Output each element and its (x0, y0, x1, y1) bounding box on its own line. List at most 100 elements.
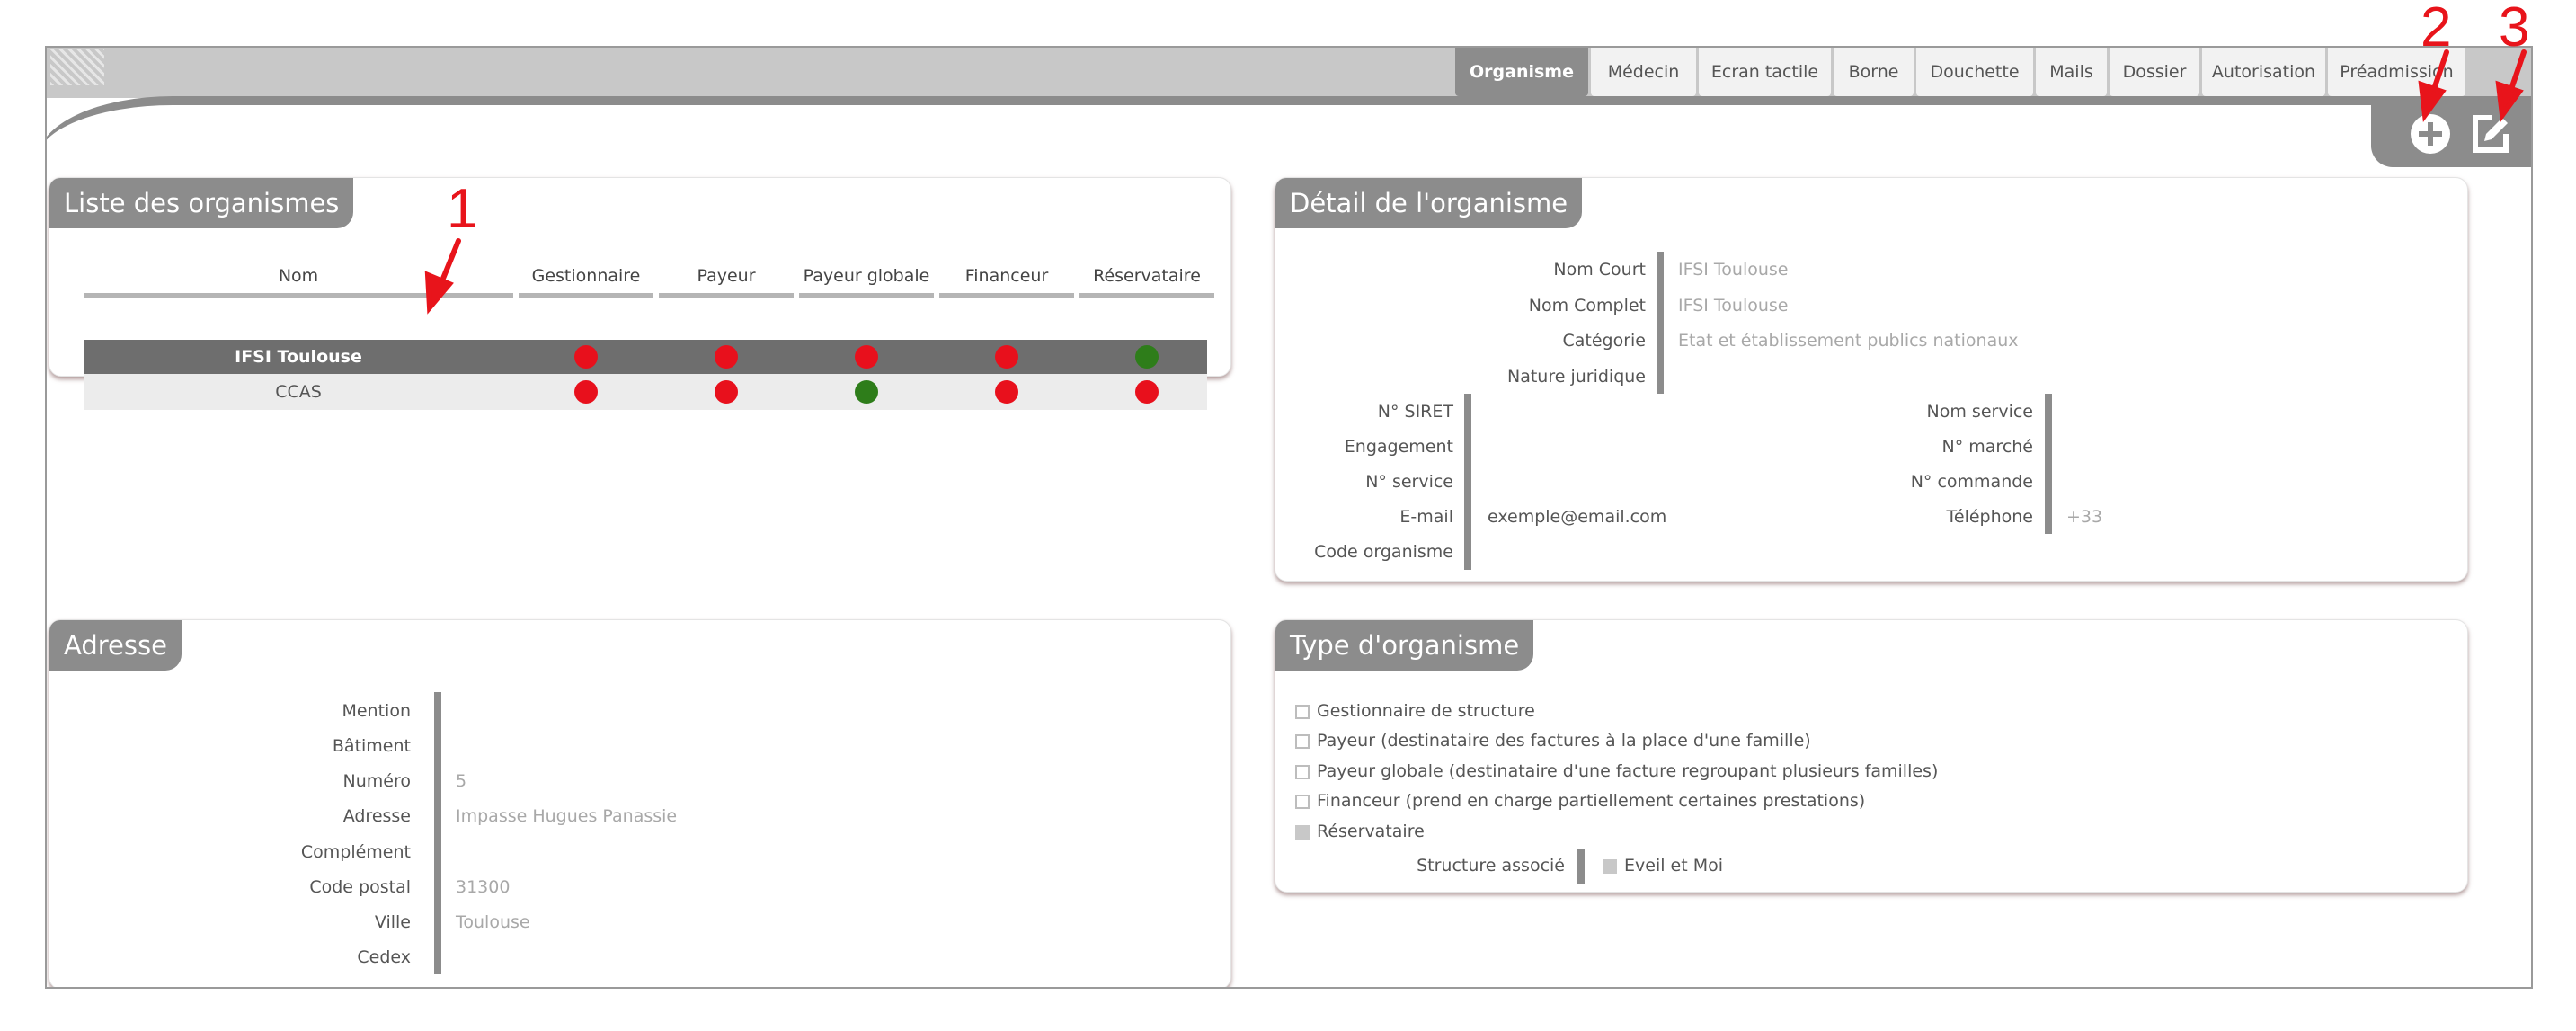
column-label: Financeur (964, 266, 1049, 286)
panel-title: Liste des organismes (49, 178, 354, 228)
payeur-checkbox-label: Payeur (destinataire des factures à la p… (1317, 731, 1811, 751)
plus-circle-icon (2411, 114, 2450, 154)
nature-juridique-label: Nature juridique (1506, 367, 1646, 387)
field-separator (1577, 849, 1585, 884)
telephone-field[interactable]: +33 (2066, 507, 2102, 527)
email-field[interactable]: exemple@email.com (1488, 507, 1666, 527)
batiment-field[interactable] (456, 736, 815, 758)
status-dot (715, 380, 738, 404)
status-dot (1135, 380, 1159, 404)
action-bar (2371, 100, 2531, 167)
cell-reservataire (1079, 340, 1214, 374)
field-separator (2045, 394, 2052, 534)
panel-title: Adresse (49, 620, 182, 671)
annotation-1: 1 (447, 178, 478, 240)
tab-autorisation[interactable]: Autorisation (2202, 48, 2325, 96)
tab-borne[interactable]: Borne (1834, 48, 1914, 96)
column-header-reservataire[interactable]: Réservataire (1079, 266, 1214, 298)
gestionnaire-checkbox[interactable] (1295, 705, 1310, 719)
cell-payeur-globale (799, 374, 934, 410)
cell-financeur (939, 340, 1074, 374)
tab-dossier[interactable]: Dossier (2110, 48, 2199, 96)
financeur-checkbox[interactable] (1295, 795, 1310, 809)
cell-reservataire (1079, 374, 1214, 410)
structure-checkbox[interactable] (1603, 859, 1617, 874)
cell-nom: CCAS (275, 382, 322, 402)
field-separator (1657, 252, 1664, 394)
panel-title: Détail de l'organisme (1275, 178, 1583, 228)
mention-label: Mention (342, 701, 411, 721)
engagement-label: Engagement (1344, 437, 1453, 457)
siret-label: N° SIRET (1377, 402, 1453, 422)
code-organisme-label: Code organisme (1314, 542, 1453, 562)
tab-douchette[interactable]: Douchette (1916, 48, 2033, 96)
add-button[interactable] (2405, 109, 2456, 159)
nom-service-field[interactable] (2066, 402, 2336, 423)
column-header-payeur[interactable]: Payeur (659, 266, 794, 298)
field-separator (434, 692, 441, 974)
numero-field[interactable]: 5 (456, 771, 466, 791)
app-frame: Organisme Médecin Ecran tactile Borne Do… (45, 46, 2533, 989)
nom-complet-field[interactable]: IFSI Toulouse (1678, 296, 1788, 316)
payeur-checkbox[interactable] (1295, 734, 1310, 749)
adresse-panel: Adresse Mention Bâtiment Numéro Adresse … (49, 619, 1231, 987)
commande-field[interactable] (2066, 472, 2336, 493)
nom-court-field[interactable]: IFSI Toulouse (1678, 260, 1788, 280)
ville-label: Ville (374, 912, 411, 932)
structure-associe-label: Structure associé (1417, 856, 1565, 875)
code-postal-label: Code postal (309, 877, 411, 897)
engagement-field[interactable] (1488, 437, 1757, 458)
status-dot (1135, 345, 1159, 369)
edit-button[interactable] (2465, 109, 2515, 159)
tab-bar: Organisme Médecin Ecran tactile Borne Do… (1455, 48, 2465, 96)
status-dot (855, 345, 878, 369)
adresse-field[interactable]: Impasse Hugues Panassie (456, 806, 677, 826)
table-row[interactable]: CCAS (84, 374, 1207, 410)
mention-field[interactable] (456, 701, 815, 723)
categorie-label: Catégorie (1562, 331, 1646, 351)
telephone-label: Téléphone (1946, 507, 2034, 527)
cell-gestionnaire (519, 340, 653, 374)
annotation-2: 2 (2421, 0, 2452, 58)
code-organisme-field[interactable] (1488, 542, 1757, 564)
column-header-nom[interactable]: Nom (84, 266, 513, 298)
status-dot (855, 380, 878, 404)
reservataire-checkbox[interactable] (1295, 825, 1310, 840)
status-dot (995, 380, 1018, 404)
payeur-globale-checkbox[interactable] (1295, 765, 1310, 779)
reservataire-checkbox-label: Réservataire (1317, 822, 1425, 841)
numero-label: Numéro (342, 771, 411, 791)
organisme-detail-panel: Détail de l'organisme Nom Court Nom Comp… (1275, 177, 2468, 582)
complement-label: Complément (300, 842, 411, 862)
tab-mails[interactable]: Mails (2036, 48, 2107, 96)
service-label: N° service (1365, 472, 1453, 492)
code-postal-field[interactable]: 31300 (456, 877, 510, 897)
marche-label: N° marché (1941, 437, 2033, 457)
panel-title: Type d'organisme (1275, 620, 1534, 671)
edit-icon (2473, 115, 2509, 153)
siret-field[interactable] (1488, 402, 1757, 423)
nature-juridique-field[interactable] (1678, 367, 2038, 388)
table-row-selected[interactable]: IFSI Toulouse (84, 340, 1207, 374)
categorie-field[interactable]: Etat et établissement publics nationaux (1678, 331, 2019, 351)
decorative-pattern (50, 49, 104, 85)
service-field[interactable] (1488, 472, 1757, 493)
financeur-checkbox-label: Financeur (prend en charge partiellement… (1317, 791, 1866, 811)
cedex-field[interactable] (456, 947, 815, 969)
complement-field[interactable] (456, 842, 815, 864)
status-dot (574, 345, 598, 369)
column-header-financeur[interactable]: Financeur (939, 266, 1074, 298)
annotation-3: 3 (2499, 0, 2530, 58)
nom-court-label: Nom Court (1553, 260, 1646, 280)
payeur-globale-checkbox-label: Payeur globale (destinataire d'une factu… (1317, 761, 1939, 781)
column-header-gestionnaire[interactable]: Gestionnaire (519, 266, 653, 298)
tab-medecin[interactable]: Médecin (1591, 48, 1696, 96)
tab-organisme[interactable]: Organisme (1455, 48, 1588, 96)
ville-field[interactable]: Toulouse (456, 912, 530, 932)
cell-payeur (659, 340, 794, 374)
column-header-payeur-globale[interactable]: Payeur globale (799, 266, 934, 298)
tab-ecran-tactile[interactable]: Ecran tactile (1699, 48, 1831, 96)
cell-financeur (939, 374, 1074, 410)
email-label: E-mail (1399, 507, 1453, 527)
marche-field[interactable] (2066, 437, 2336, 458)
